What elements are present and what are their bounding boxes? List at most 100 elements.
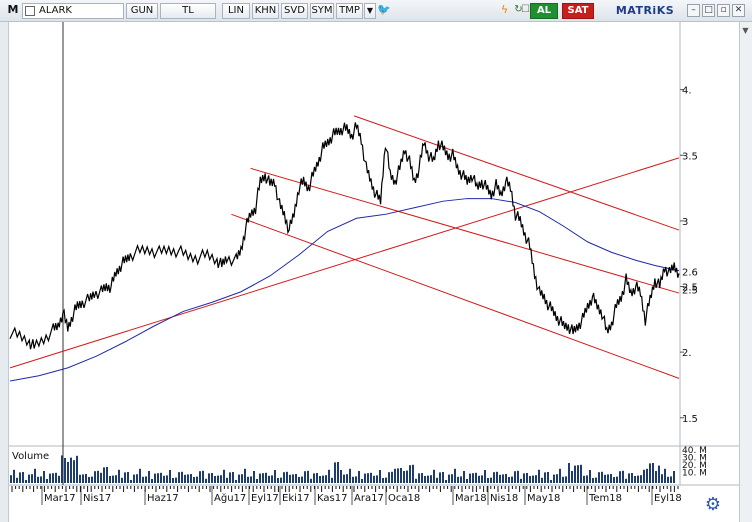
- volume-bar: [667, 476, 669, 483]
- volume-bar: [661, 474, 663, 483]
- volume-bar: [19, 472, 21, 483]
- volume-bar: [136, 474, 138, 483]
- volume-bar: [646, 468, 648, 483]
- volume-bar: [157, 473, 159, 483]
- volume-bar: [400, 468, 402, 483]
- volume-bar: [376, 475, 378, 483]
- volume-bar: [298, 477, 300, 483]
- volume-bar: [556, 474, 558, 483]
- volume-bar: [319, 476, 321, 483]
- volume-bar: [70, 457, 72, 483]
- volume-bar: [166, 475, 168, 483]
- volume-bar: [490, 477, 492, 483]
- volume-bar: [580, 464, 582, 483]
- volume-bar: [349, 468, 351, 483]
- volume-bar: [439, 472, 441, 483]
- volume-bar: [538, 469, 540, 483]
- volume-bar: [562, 476, 564, 483]
- volume-bar: [262, 473, 264, 483]
- volume-bar: [523, 473, 525, 483]
- price-chart[interactable]: 4. 3.5 3 2.5 2. 1.5 2.6 2.5 40. M30. M20. M10.…: [0, 0, 752, 522]
- volume-bar: [637, 475, 639, 483]
- volume-bar: [631, 473, 633, 483]
- volume-bar: [448, 474, 450, 483]
- volume-bar: [37, 476, 39, 483]
- volume-bar: [277, 478, 279, 483]
- volume-bar: [355, 476, 357, 483]
- volume-bar: [13, 469, 15, 483]
- volume-bar: [328, 469, 330, 483]
- x-label-1: Nis17: [83, 493, 111, 504]
- volume-bar: [418, 473, 420, 483]
- volume-bar: [628, 473, 630, 483]
- volume-bar: [232, 472, 234, 483]
- volume-bar: [481, 475, 483, 483]
- volume-bar: [304, 471, 306, 483]
- volume-bar: [370, 472, 372, 483]
- volume-bar: [451, 474, 453, 483]
- y-axis-ticks: 4. 3.5 3 2.5 2. 1.5: [680, 86, 698, 425]
- volume-bar: [88, 477, 90, 483]
- volume-bar: [250, 476, 252, 483]
- volume-bar: [463, 471, 465, 483]
- volume-bar: [472, 473, 474, 483]
- volume-bar: [43, 471, 45, 483]
- volume-bar: [535, 475, 537, 483]
- volume-bar: [601, 471, 603, 483]
- volume-bar: [589, 470, 591, 483]
- x-label-13: Eyl18: [654, 493, 682, 504]
- volume-bar: [79, 474, 81, 483]
- volume-bar: [469, 473, 471, 483]
- volume-bar: [49, 473, 51, 483]
- volume-bar: [151, 479, 153, 483]
- volume-bar: [214, 476, 216, 483]
- y-tick-label-0: 4.: [682, 86, 692, 97]
- volume-bar: [295, 474, 297, 483]
- volume-bar: [415, 478, 417, 483]
- y-tick-label-2: 3: [682, 217, 688, 228]
- trendlines: [9, 115, 680, 379]
- x-label-0: Mar17: [44, 493, 76, 504]
- volume-bar: [103, 467, 105, 483]
- volume-bar: [196, 476, 198, 483]
- volume-bar: [346, 474, 348, 483]
- volume-label: Volume: [12, 451, 49, 462]
- volume-bar: [655, 471, 657, 483]
- volume-bar: [475, 472, 477, 483]
- price-label-0: 2.6: [682, 267, 698, 278]
- volume-bar: [466, 479, 468, 483]
- volume-bar: [541, 477, 543, 483]
- volume-bar: [616, 476, 618, 483]
- x-label-8: Oca18: [388, 493, 420, 504]
- volume-bar: [361, 479, 363, 483]
- volume-bar: [220, 475, 222, 483]
- volume-bar: [460, 476, 462, 483]
- volume-bar: [211, 473, 213, 483]
- volume-bar: [454, 468, 456, 483]
- volume-bar: [61, 455, 63, 483]
- volume-bar: [106, 467, 108, 483]
- volume-bar: [478, 475, 480, 483]
- volume-bar: [634, 476, 636, 483]
- volume-bar: [154, 473, 156, 483]
- volume-bar: [385, 477, 387, 483]
- volume-bar: [325, 475, 327, 483]
- volume-bar: [622, 470, 624, 483]
- volume-bar: [643, 469, 645, 483]
- volume-bar: [610, 474, 612, 483]
- volume-bar: [505, 474, 507, 483]
- volume-bar: [205, 478, 207, 483]
- volume-bar: [94, 471, 96, 483]
- volume-bar: [352, 476, 354, 483]
- volume-bar: [406, 470, 408, 483]
- volume-bar: [310, 478, 312, 483]
- volume-bar: [253, 471, 255, 483]
- volume-bar: [34, 468, 36, 483]
- x-label-7: Ara17: [354, 493, 384, 504]
- volume-bar: [274, 470, 276, 483]
- volume-bar: [82, 474, 84, 483]
- volume-bar: [343, 474, 345, 483]
- settings-gear-icon[interactable]: ⚙: [702, 494, 724, 516]
- volume-bar: [394, 468, 396, 483]
- volume-bar: [640, 475, 642, 483]
